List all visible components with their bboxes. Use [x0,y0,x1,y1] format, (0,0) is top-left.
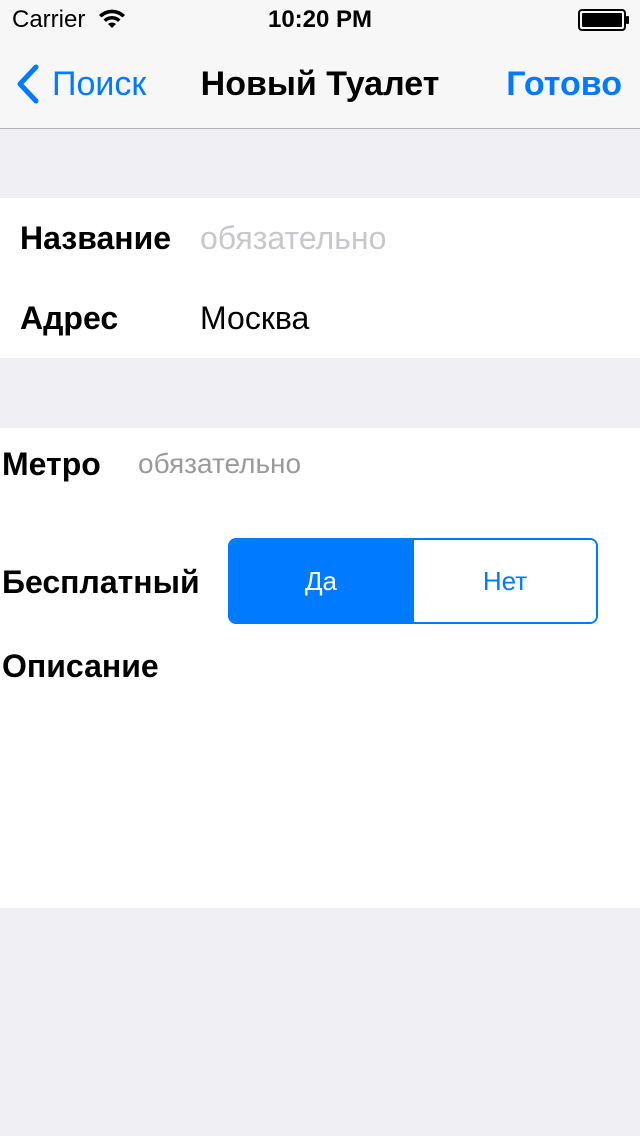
status-bar: Carrier 10:20 PM [0,0,640,40]
battery-icon [578,9,629,31]
free-option-no[interactable]: Нет [412,540,596,622]
navigation-bar: Поиск Новый Туалет Готово [0,40,640,129]
name-input[interactable] [200,198,600,278]
description-label: Описание [2,648,159,684]
address-row: Адрес [0,278,640,358]
metro-label: Метро [2,446,101,482]
description-textarea[interactable] [0,694,640,904]
chevron-left-icon [17,64,39,104]
metro-input[interactable] [138,442,578,486]
address-input[interactable] [200,278,600,358]
done-button[interactable]: Готово [506,62,622,106]
free-option-yes[interactable]: Да [230,540,412,622]
back-button-label: Поиск [52,65,147,103]
address-label: Адрес [20,300,119,336]
name-row: Название [0,198,640,278]
back-button[interactable]: Поиск [14,62,146,106]
details-section: Метро Бесплатный Да Нет Описание [0,428,640,908]
free-segmented-control: Да Нет [228,538,598,624]
free-label: Бесплатный [2,564,200,600]
status-time: 10:20 PM [267,6,373,33]
name-label: Название [20,220,172,256]
basic-info-section: Название Адрес [0,198,640,358]
